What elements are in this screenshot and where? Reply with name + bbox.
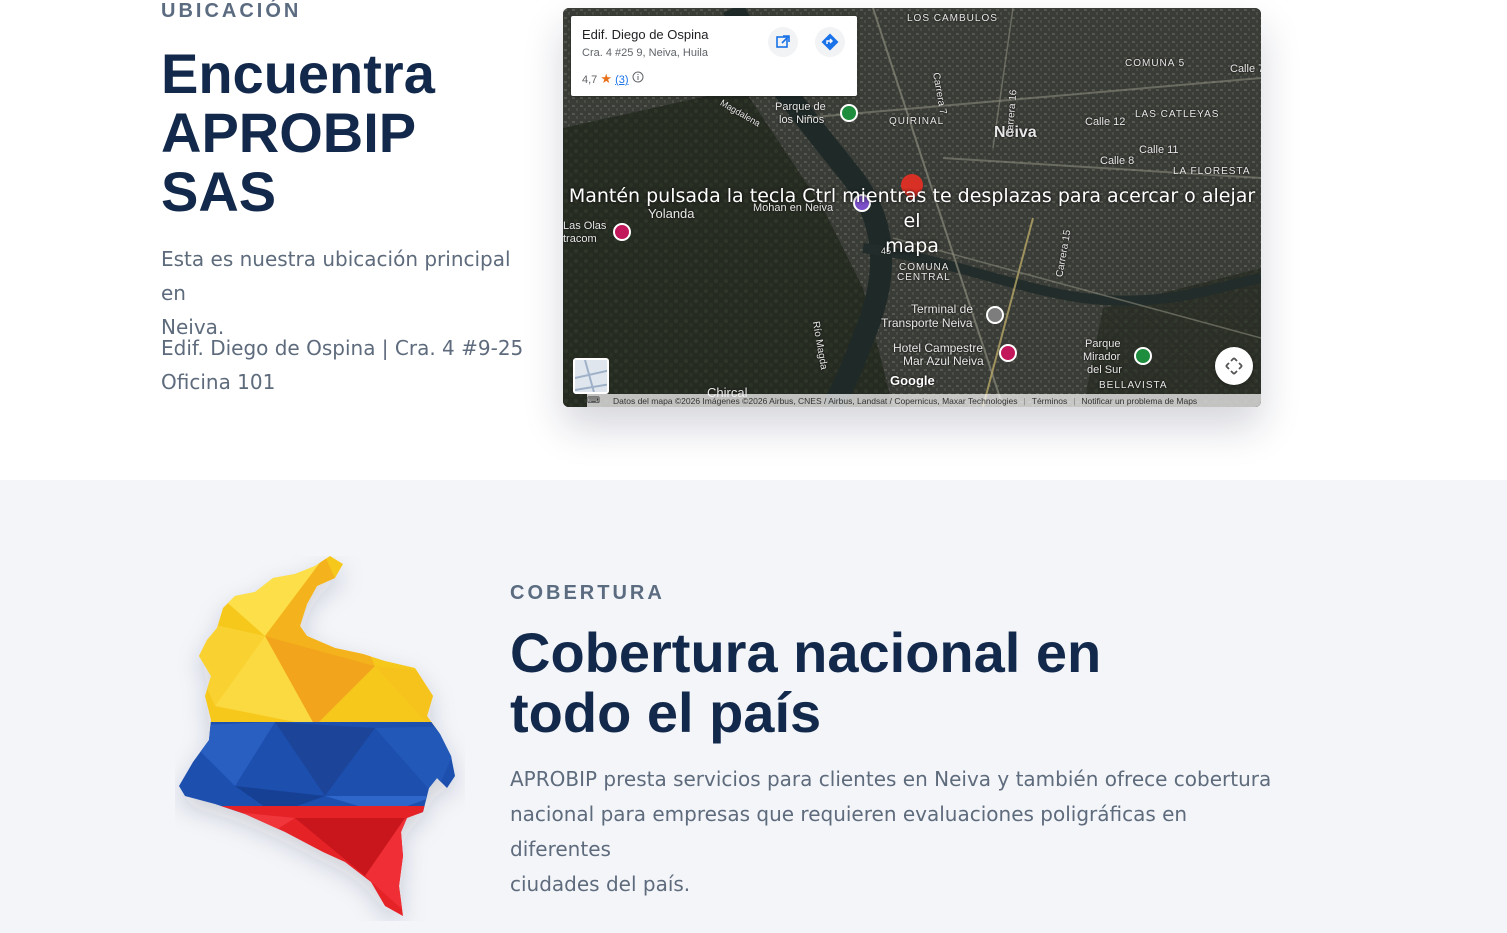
map-label: LOS CAMBULOS: [907, 13, 998, 24]
title-line: SAS: [161, 160, 277, 223]
map-label: LA FLORESTA: [1173, 166, 1251, 177]
map-label: del Sur: [1087, 364, 1122, 376]
colombia-flag-map: [179, 556, 455, 916]
cobertura-title: Cobertura nacional en todo el país: [510, 623, 1101, 743]
map-label: LAS CATLEYAS: [1135, 109, 1220, 120]
ubicacion-description: Esta es nuestra ubicación principal en N…: [161, 242, 541, 344]
message-line: Mantén pulsada la tecla Ctrl mientras te…: [568, 185, 1256, 232]
keyboard-icon[interactable]: ⌨: [587, 395, 600, 406]
cobertura-eyebrow: COBERTURA: [510, 582, 665, 604]
description-line: Esta es nuestra ubicación principal en: [161, 247, 511, 305]
map-label: Parque de: [775, 101, 826, 113]
map-label: Mirador: [1083, 351, 1121, 363]
map-label: QUIRINAL: [889, 116, 945, 127]
map-label: Hotel Campestre: [893, 341, 984, 355]
google-logo: Google: [890, 373, 935, 388]
map-label: Parque: [1085, 338, 1121, 350]
place-name: Edif. Diego de Ospina: [582, 27, 709, 42]
map-label: CENTRAL: [897, 272, 951, 283]
map-label: COMUNA 5: [1125, 58, 1186, 69]
title-line: APROBIP: [161, 101, 417, 164]
map-label: Transporte Neiva: [881, 316, 973, 330]
title-line: Cobertura nacional en: [510, 621, 1102, 684]
message-line: mapa: [885, 235, 939, 257]
cobertura-section: COBERTURA Cobertura nacional en todo el …: [0, 480, 1507, 933]
attribution-text: Datos del mapa ©2026 Imágenes ©2026 Airb…: [613, 395, 1018, 406]
ubicacion-eyebrow: UBICACIÓN: [161, 0, 302, 22]
title-line: todo el país: [510, 681, 822, 744]
map-label: Calle 12: [1085, 116, 1126, 128]
report-problem-link[interactable]: Notificar un problema de Maps: [1081, 396, 1197, 406]
review-count-link[interactable]: (3): [615, 74, 628, 86]
place-info-card: Edif. Diego de Ospina Cra. 4 #25 9, Neiv…: [571, 16, 857, 96]
map-label: Terminal de: [911, 302, 974, 316]
transit-pin-icon[interactable]: [986, 306, 1004, 324]
park-pin-icon[interactable]: [840, 104, 858, 122]
ctrl-scroll-message: Mantén pulsada la tecla Ctrl mientras te…: [563, 184, 1261, 259]
map-type-thumbnail[interactable]: [573, 358, 609, 394]
star-icon: ★: [600, 71, 613, 86]
map-label: Calle 11: [1139, 144, 1179, 156]
map-label: Mar Azul Neiva: [903, 354, 984, 368]
address: Edif. Diego de Ospina | Cra. 4 #9-25 Ofi…: [161, 331, 541, 399]
open-in-new-icon[interactable]: [768, 27, 798, 57]
place-rating: 4,7 ★ (3): [582, 71, 644, 87]
cobertura-description: APROBIP presta servicios para clientes e…: [510, 762, 1290, 902]
park-pin-icon[interactable]: [1134, 347, 1152, 365]
hotel-pin-icon[interactable]: [999, 344, 1017, 362]
map-label: los Niños: [779, 114, 825, 126]
fullscreen-icon[interactable]: [1215, 347, 1253, 385]
ubicacion-section: UBICACIÓN Encuentra APROBIP SAS Esta es …: [0, 0, 1507, 480]
paragraph-line: ciudades del país.: [510, 872, 691, 896]
map-attribution: Datos del mapa ©2026 Imágenes ©2026 Airb…: [587, 394, 1261, 407]
address-line: Edif. Diego de Ospina | Cra. 4 #9-25: [161, 336, 524, 360]
terms-link[interactable]: Términos: [1032, 396, 1067, 406]
rating-value: 4,7: [582, 74, 598, 86]
place-address: Cra. 4 #25 9, Neiva, Huila: [582, 47, 708, 59]
directions-icon[interactable]: [815, 27, 845, 57]
map-label: Calle 7: [1230, 63, 1261, 75]
colombia-map-illustration: [175, 556, 465, 921]
map-label: Calle 8: [1100, 155, 1135, 167]
google-map[interactable]: LOS CAMBULOS COMUNA 5 Calle 7 Parque de …: [563, 8, 1261, 407]
title-line: Encuentra: [161, 42, 435, 105]
map-label: BELLAVISTA: [1099, 380, 1168, 391]
page-title: Encuentra APROBIP SAS: [161, 44, 435, 221]
paragraph-line: nacional para empresas que requieren eva…: [510, 802, 1188, 861]
paragraph-line: APROBIP presta servicios para clientes e…: [510, 767, 1272, 791]
info-icon[interactable]: [632, 71, 644, 86]
address-line: Oficina 101: [161, 370, 276, 394]
